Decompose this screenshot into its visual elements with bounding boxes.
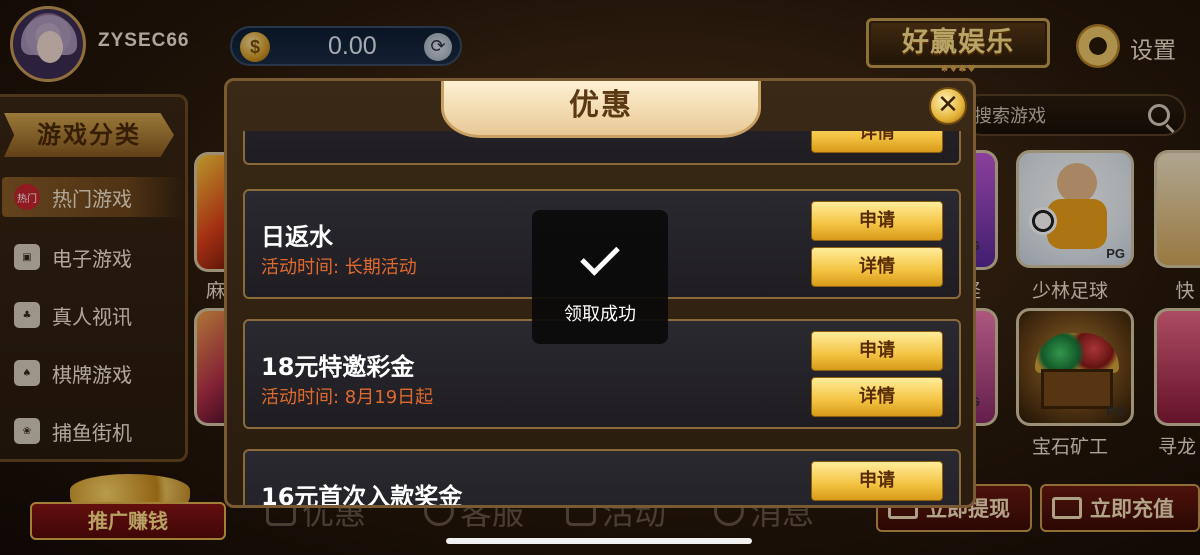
modal-title: 优惠 xyxy=(569,88,633,123)
apply-button[interactable]: 申请 xyxy=(811,461,943,501)
home-indicator[interactable] xyxy=(446,538,752,544)
modal-title-plate: 优惠 xyxy=(441,81,761,138)
check-icon xyxy=(580,236,620,276)
promo-name: 16元首次入款奖金 xyxy=(261,483,463,508)
promo-card: 16元首次入款奖金 申请 xyxy=(243,449,961,508)
detail-button[interactable]: 详情 xyxy=(811,131,943,153)
promo-time: 活动时间: 长期活动 xyxy=(261,257,417,278)
promo-name: 18元特邀彩金 xyxy=(261,353,415,381)
success-toast: 领取成功 xyxy=(532,210,668,344)
apply-button[interactable]: 申请 xyxy=(811,201,943,241)
toast-message: 领取成功 xyxy=(564,304,636,325)
close-button[interactable]: ✕ xyxy=(929,87,967,125)
promo-time: 活动时间: 8月19日起 xyxy=(261,387,434,408)
detail-button[interactable]: 详情 xyxy=(811,377,943,417)
close-icon: ✕ xyxy=(937,90,959,120)
detail-button[interactable]: 详情 xyxy=(811,247,943,287)
promo-name: 日返水 xyxy=(261,223,333,251)
apply-button[interactable]: 申请 xyxy=(811,331,943,371)
